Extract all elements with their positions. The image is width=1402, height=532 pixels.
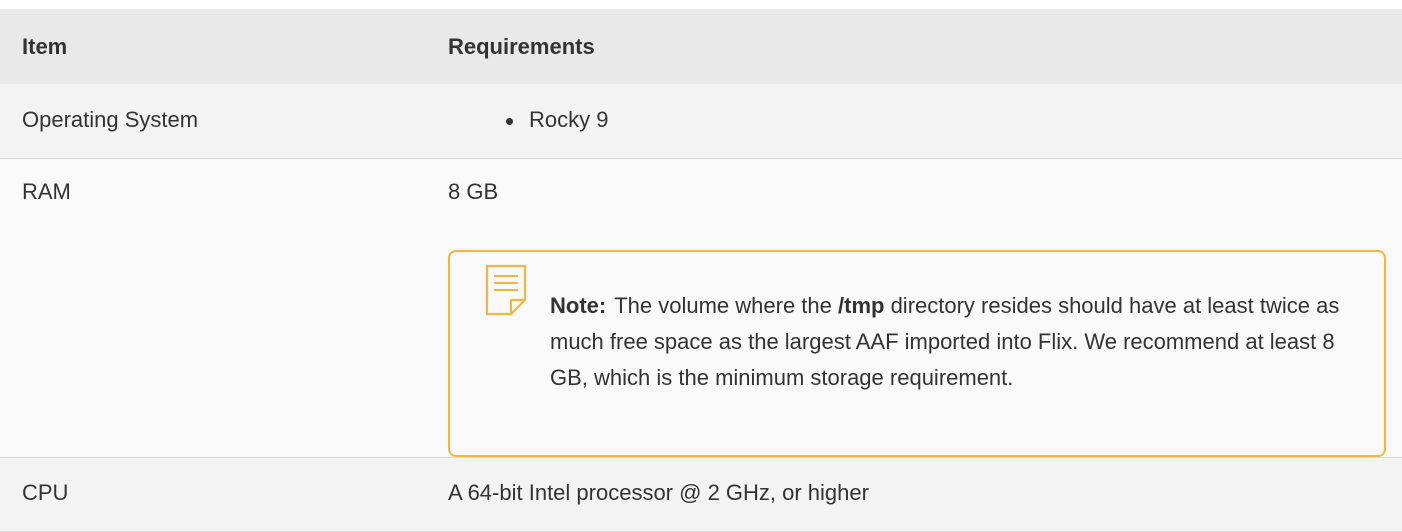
requirement-ram: 8 GB Note: The volume where the /tmp dire… xyxy=(448,158,1402,457)
header-requirements: Requirements xyxy=(448,33,595,59)
header-item: Item xyxy=(22,33,68,59)
note-text-before: The volume where the xyxy=(614,292,838,318)
item-ram: RAM xyxy=(22,178,71,204)
item-cpu: CPU xyxy=(22,479,69,505)
note-icon xyxy=(485,264,527,315)
requirement-cpu: A 64-bit Intel processor @ 2 GHz, or hig… xyxy=(448,479,869,505)
header-row: Item Requirements xyxy=(0,9,1402,84)
note-callout: Note: The volume where the /tmp directory… xyxy=(448,249,1386,457)
os-list-item: Rocky 9 xyxy=(506,107,1402,133)
note-path: /tmp xyxy=(838,292,885,318)
note-label: Note: xyxy=(550,292,607,318)
table-row-ram: RAM 8 GB Note: The volume where the /tmp … xyxy=(0,158,1402,457)
os-list: Rocky 9 xyxy=(448,107,1402,133)
requirements-table: Item Requirements Operating System Rocky… xyxy=(0,9,1402,532)
table-row-operating-system: Operating System Rocky 9 xyxy=(0,84,1402,158)
table-row-cpu: CPU A 64-bit Intel processor @ 2 GHz, or… xyxy=(0,457,1402,531)
item-operating-system: Operating System xyxy=(22,107,199,132)
requirement-operating-system: Rocky 9 xyxy=(448,84,1402,158)
table-header: Item Requirements xyxy=(0,9,1402,84)
ram-value: 8 GB xyxy=(448,178,499,204)
